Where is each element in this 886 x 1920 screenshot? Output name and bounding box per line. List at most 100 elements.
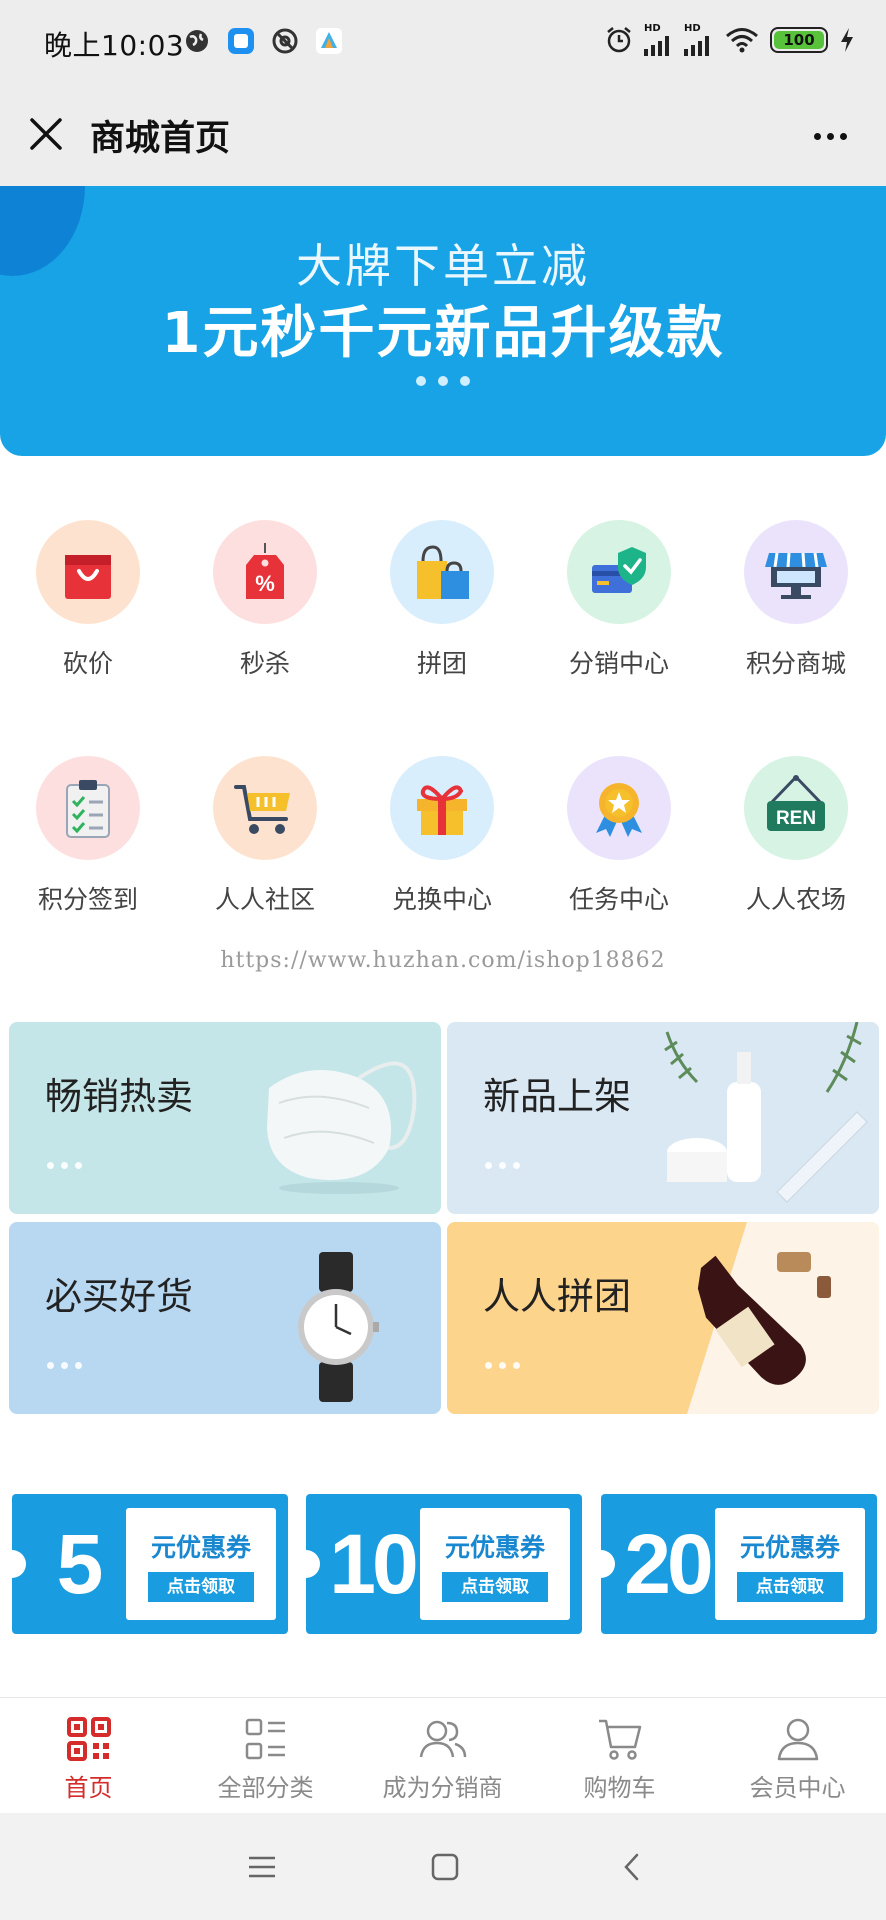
battery-indicator: 100 [770, 27, 828, 53]
page-title: 商城首页 [90, 119, 231, 159]
grid-item-group-buy[interactable]: 拼团 [367, 520, 517, 680]
back-button[interactable] [608, 1843, 656, 1891]
square-icon [431, 1853, 459, 1881]
tab-member-center[interactable]: 会员中心 [709, 1698, 886, 1814]
more-dot-icon [826, 132, 834, 140]
grid-item-farm[interactable]: REN 人人农场 [721, 756, 871, 916]
coupon-panel: 元优惠券 点击领取 [126, 1508, 276, 1620]
grid-label: 砍价 [62, 649, 113, 678]
grid-icon-bg [213, 756, 317, 860]
close-button[interactable] [24, 112, 68, 156]
grid-icon-bg [567, 520, 671, 624]
title-bar: 商城首页 [0, 86, 886, 186]
coupon-amount: 10 [329, 1516, 418, 1611]
grid-label: 人人农场 [745, 885, 846, 914]
grid-item-points-checkin[interactable]: 积分签到 [13, 756, 163, 916]
promo-title: 畅销热卖 [45, 1075, 193, 1118]
promo-card-bestsellers[interactable]: 畅销热卖 [9, 1022, 441, 1214]
claim-coupon-button[interactable]: 点击领取 [737, 1572, 843, 1602]
shopping-bags-icon [417, 545, 469, 599]
promo-banner[interactable]: 大牌下单立减 1元秒千元新品升级款 [0, 186, 886, 456]
pagination-dot[interactable] [438, 376, 448, 386]
sign-text: REN [776, 808, 816, 829]
battery-level: 100 [783, 31, 815, 49]
grid-icon-bg [36, 756, 140, 860]
app-notification-icon [226, 26, 256, 56]
alarm-icon [604, 25, 634, 55]
tab-label: 全部分类 [217, 1774, 314, 1802]
gift-icon [417, 785, 467, 835]
cosmetics-image [664, 1022, 868, 1203]
shopping-bag-icon [65, 555, 111, 599]
status-time: 晚上10:03 [44, 29, 185, 62]
grid-label: 积分签到 [37, 885, 138, 914]
promo-title: 人人拼团 [483, 1275, 631, 1318]
coupon-20[interactable]: 20 元优惠券 点击领取 [601, 1494, 877, 1634]
watermark: https://www.huzhan.com/ishop18862 [220, 948, 666, 973]
price-tag-icon: % [246, 543, 284, 599]
grid-item-task-center[interactable]: 任务中心 [544, 756, 694, 916]
bottom-tab-bar: 首页 全部分类 成为分销商 购物车 会员中心 [0, 1697, 886, 1813]
tab-label: 会员中心 [749, 1774, 846, 1802]
tab-cart[interactable]: 购物车 [531, 1698, 708, 1814]
coupon-panel: 元优惠券 点击领取 [420, 1508, 570, 1620]
signal-1: HD [644, 24, 674, 56]
banner-headline: 1元秒千元新品升级款 [161, 301, 725, 366]
menu-icon [249, 1856, 275, 1878]
tab-become-distributor[interactable]: 成为分销商 [354, 1698, 531, 1814]
promo-card-group-buy[interactable]: 人人拼团 [447, 1222, 879, 1414]
grid-item-flash-sale[interactable]: % 秒杀 [190, 520, 340, 680]
users-icon [418, 1714, 468, 1764]
home-button[interactable] [421, 1843, 469, 1891]
grid-item-exchange-center[interactable]: 兑换中心 [367, 756, 517, 916]
svg-text:%: % [255, 571, 275, 596]
tab-label: 成为分销商 [382, 1774, 503, 1802]
promo-card-new-arrivals[interactable]: 新品上架 [447, 1022, 879, 1214]
coupon-panel: 元优惠券 点击领取 [715, 1508, 865, 1620]
tab-all-categories[interactable]: 全部分类 [177, 1698, 354, 1814]
promo-title: 新品上架 [483, 1075, 631, 1118]
grid-icon-bg [567, 756, 671, 860]
grid-item-distribution-center[interactable]: 分销中心 [544, 520, 694, 680]
grid-icon-bg: REN [744, 756, 848, 860]
hanging-sign-icon: REN [767, 775, 825, 831]
system-navigation-bar [0, 1813, 886, 1920]
grid-item-bargain[interactable]: 砍价 [13, 520, 163, 680]
coupon-text: 元优惠券 [150, 1533, 251, 1562]
status-bar: 晚上10:03 HD HD 100 [0, 0, 886, 86]
hd-label: HD [684, 23, 701, 34]
close-icon [30, 118, 62, 150]
checklist-icon [66, 780, 110, 838]
coupon-10[interactable]: 10 元优惠券 点击领取 [306, 1494, 582, 1634]
grid-icon-bg [390, 756, 494, 860]
charging-icon [838, 25, 856, 55]
tab-home[interactable]: 首页 [0, 1698, 177, 1814]
menu-button[interactable] [238, 1843, 286, 1891]
user-icon [773, 1714, 823, 1764]
grid-item-community[interactable]: 人人社区 [190, 756, 340, 916]
storefront-icon [765, 552, 827, 599]
promo-dots [47, 1362, 82, 1369]
pagination-dot[interactable] [460, 376, 470, 386]
grid-label: 积分商城 [745, 649, 846, 678]
pagination-dot[interactable] [416, 376, 426, 386]
grid-item-points-mall[interactable]: 积分商城 [721, 520, 871, 680]
coupon-5[interactable]: 5 元优惠券 点击领取 [12, 1494, 288, 1634]
signal-icon [684, 36, 709, 56]
coupon-amount: 5 [56, 1516, 104, 1611]
promo-card-must-buy[interactable]: 必买好货 [9, 1222, 441, 1414]
qr-code-icon [64, 1714, 114, 1764]
more-options-button[interactable] [804, 114, 856, 158]
more-dot-icon [813, 132, 821, 140]
cart-icon [595, 1714, 645, 1764]
wristwatch-image [298, 1252, 379, 1402]
chevron-left-icon [624, 1853, 639, 1881]
claim-coupon-button[interactable]: 点击领取 [442, 1572, 548, 1602]
grid-label: 人人社区 [214, 885, 315, 914]
claim-coupon-button[interactable]: 点击领取 [148, 1572, 254, 1602]
banner-pagination [0, 376, 886, 386]
shield-card-icon [592, 547, 646, 593]
app-triangle-icon [314, 26, 344, 56]
grid-label: 任务中心 [568, 885, 669, 914]
tab-label: 首页 [64, 1774, 113, 1802]
